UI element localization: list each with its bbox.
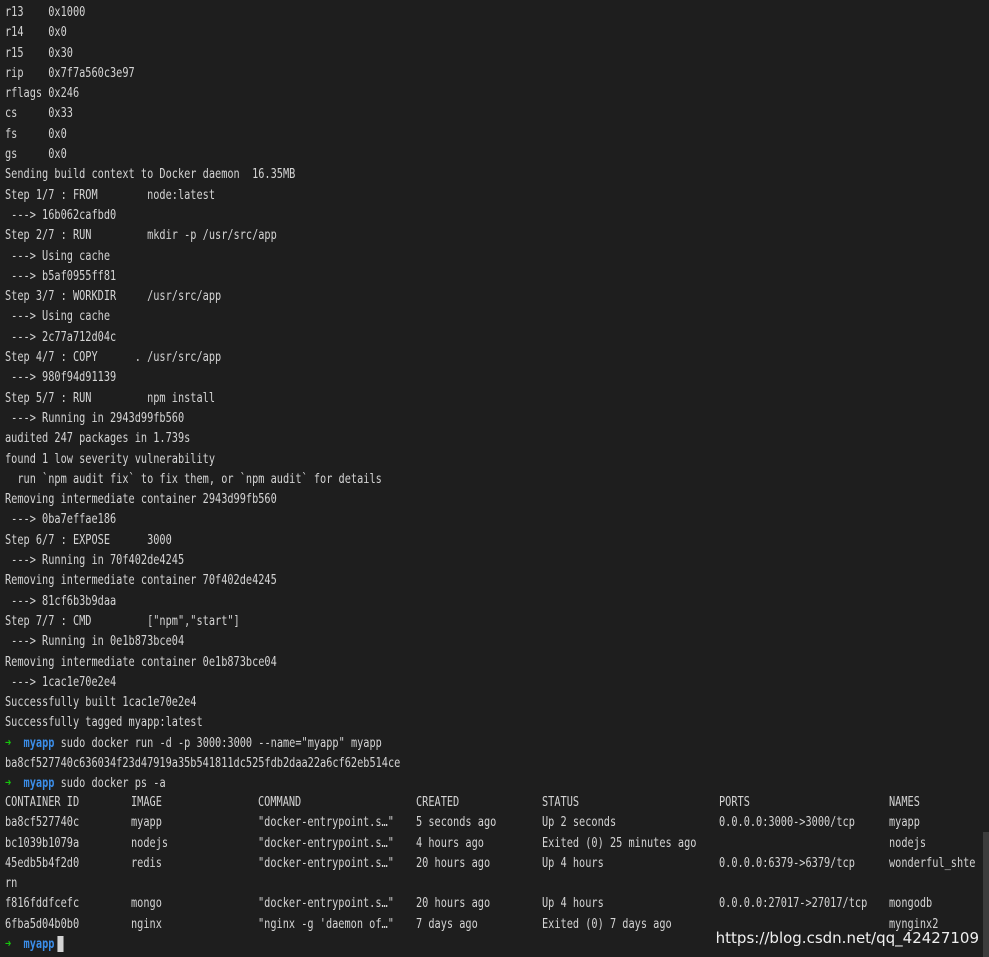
- header-names: NAMES: [889, 794, 920, 810]
- watermark-url: https://blog.csdn.net/qq_42427109: [715, 929, 979, 947]
- text-cursor: [57, 936, 64, 953]
- header-status: STATUS: [542, 794, 580, 810]
- header-created: CREATED: [416, 794, 460, 810]
- output-line: Successfully built 1cac1e70e2e4: [5, 694, 197, 711]
- cell-ports: 0.0.0.0:6379->6379/tcp: [719, 854, 855, 871]
- cell-container-id: 6fba5d04b0b0: [5, 915, 80, 932]
- output-line: Removing intermediate container 70f402de…: [5, 572, 277, 589]
- cell-command: "nginx -g 'daemon of…": [258, 915, 394, 932]
- output-line: ---> 0ba7effae186: [5, 511, 117, 528]
- prompt-arrow-icon: ➜: [5, 775, 12, 792]
- cell-status: Up 4 hours: [542, 895, 604, 912]
- scrollbar-thumb[interactable]: [983, 832, 989, 957]
- output-line: Step 4/7 : COPY . /usr/src/app: [5, 349, 222, 366]
- output-line: r15 0x30: [5, 44, 73, 61]
- prompt-arrow-icon: ➜: [5, 936, 12, 953]
- output-line: Step 2/7 : RUN mkdir -p /usr/src/app: [5, 227, 277, 244]
- cell-created: 20 hours ago: [416, 895, 491, 912]
- cell-names: wonderful_shte: [889, 854, 976, 871]
- cell-created: 5 seconds ago: [416, 814, 497, 831]
- table-row: f816fddfcefc mongo "docker-entrypoint.s……: [5, 893, 989, 913]
- table-row: bc1039b1079a nodejs "docker-entrypoint.s…: [5, 833, 989, 853]
- wrapped-continuation-row: rn: [5, 873, 989, 893]
- output-line: ---> Using cache: [5, 308, 111, 325]
- wrapped-name-continuation: rn: [5, 875, 18, 892]
- output-line: cs 0x33: [5, 105, 73, 122]
- output-line: ---> 980f94d91139: [5, 369, 117, 386]
- output-line: fs 0x0: [5, 125, 67, 142]
- prompt-directory: myapp: [23, 936, 55, 953]
- cell-ports: 0.0.0.0:3000->3000/tcp: [719, 814, 855, 831]
- table-row: ba8cf527740c myapp "docker-entrypoint.s……: [5, 812, 989, 832]
- output-line: found 1 low severity vulnerability: [5, 450, 216, 467]
- header-container-id: CONTAINER ID: [5, 794, 80, 810]
- output-line: Step 3/7 : WORKDIR /usr/src/app: [5, 288, 222, 305]
- table-row: 45edb5b4f2d0 redis "docker-entrypoint.s……: [5, 853, 989, 873]
- output-line: ---> 1cac1e70e2e4: [5, 673, 117, 690]
- cell-image: mongo: [131, 895, 162, 912]
- output-line: rflags 0x246: [5, 85, 80, 102]
- output-line: Successfully tagged myapp:latest: [5, 714, 203, 731]
- output-line: run `npm audit fix` to fix them, or `npm…: [5, 470, 382, 487]
- cell-image: myapp: [131, 814, 162, 831]
- cell-status: Exited (0) 7 days ago: [542, 915, 672, 932]
- terminal-output: r13 0x1000 r14 0x0 r15 0x30 rip 0x7f7a56…: [5, 2, 989, 794]
- cell-created: 4 hours ago: [416, 834, 484, 851]
- cell-status: Up 2 seconds: [542, 814, 617, 831]
- output-line: ---> Running in 0e1b873bce04: [5, 633, 185, 650]
- prompt-directory: myapp: [23, 775, 55, 792]
- output-line: ---> Using cache: [5, 247, 111, 264]
- output-line: Sending build context to Docker daemon 1…: [5, 166, 296, 183]
- cell-ports: 0.0.0.0:27017->27017/tcp: [719, 895, 868, 912]
- cell-status: Exited (0) 25 minutes ago: [542, 834, 697, 851]
- cell-image: redis: [131, 854, 162, 871]
- output-line: ---> b5af0955ff81: [5, 267, 117, 284]
- cell-created: 20 hours ago: [416, 854, 491, 871]
- table-header-row: CONTAINER ID IMAGE COMMAND CREATED STATU…: [5, 792, 989, 812]
- output-line: r13 0x1000: [5, 4, 86, 20]
- output-line: ---> 16b062cafbd0: [5, 206, 117, 223]
- cell-names: nodejs: [889, 834, 927, 851]
- output-line: audited 247 packages in 1.739s: [5, 430, 191, 447]
- ps-command: sudo docker ps -a: [60, 775, 166, 792]
- output-line: r14 0x0: [5, 24, 67, 41]
- header-image: IMAGE: [131, 794, 162, 810]
- cell-names: mongodb: [889, 895, 933, 912]
- output-line: Step 1/7 : FROM node:latest: [5, 186, 216, 203]
- cell-container-id: 45edb5b4f2d0: [5, 854, 80, 871]
- run-command: sudo docker run -d -p 3000:3000 --name="…: [60, 734, 382, 751]
- output-line: ---> Running in 70f402de4245: [5, 552, 185, 569]
- output-line: gs 0x0: [5, 146, 67, 163]
- cell-command: "docker-entrypoint.s…": [258, 895, 394, 912]
- header-ports: PORTS: [719, 794, 750, 810]
- prompt-directory: myapp: [23, 734, 55, 751]
- prompt-line-run: ➜ myapp sudo docker run -d -p 3000:3000 …: [5, 733, 753, 753]
- cell-image: nginx: [131, 915, 162, 932]
- prompt-arrow-icon: ➜: [5, 734, 12, 751]
- output-line: Removing intermediate container 0e1b873b…: [5, 653, 277, 670]
- container-hash-line: ba8cf527740c636034f23d47919a35b541811dc5…: [5, 754, 401, 771]
- cell-created: 7 days ago: [416, 915, 478, 932]
- current-prompt: ➜ myapp: [5, 934, 64, 954]
- output-line: rip 0x7f7a560c3e97: [5, 64, 135, 81]
- cell-command: "docker-entrypoint.s…": [258, 814, 394, 831]
- output-line: Step 7/7 : CMD ["npm","start"]: [5, 612, 240, 629]
- cell-command: "docker-entrypoint.s…": [258, 834, 394, 851]
- output-line: Step 5/7 : RUN npm install: [5, 389, 216, 406]
- output-line: ---> 81cf6b3b9daa: [5, 592, 117, 609]
- header-command: COMMAND: [258, 794, 302, 810]
- output-line: Step 6/7 : EXPOSE 3000: [5, 531, 172, 548]
- prompt-line-ps: ➜ myapp sudo docker ps -a: [5, 773, 753, 793]
- cell-container-id: bc1039b1079a: [5, 834, 80, 851]
- cell-names: myapp: [889, 814, 920, 831]
- cell-status: Up 4 hours: [542, 854, 604, 871]
- cell-container-id: ba8cf527740c: [5, 814, 80, 831]
- cell-image: nodejs: [131, 834, 169, 851]
- output-line: ---> 2c77a712d04c: [5, 328, 117, 345]
- cell-command: "docker-entrypoint.s…": [258, 854, 394, 871]
- terminal-window[interactable]: r13 0x1000 r14 0x0 r15 0x30 rip 0x7f7a56…: [0, 0, 989, 957]
- output-line: ---> Running in 2943d99fb560: [5, 409, 185, 426]
- cell-container-id: f816fddfcefc: [5, 895, 80, 912]
- output-line: Removing intermediate container 2943d99f…: [5, 491, 277, 508]
